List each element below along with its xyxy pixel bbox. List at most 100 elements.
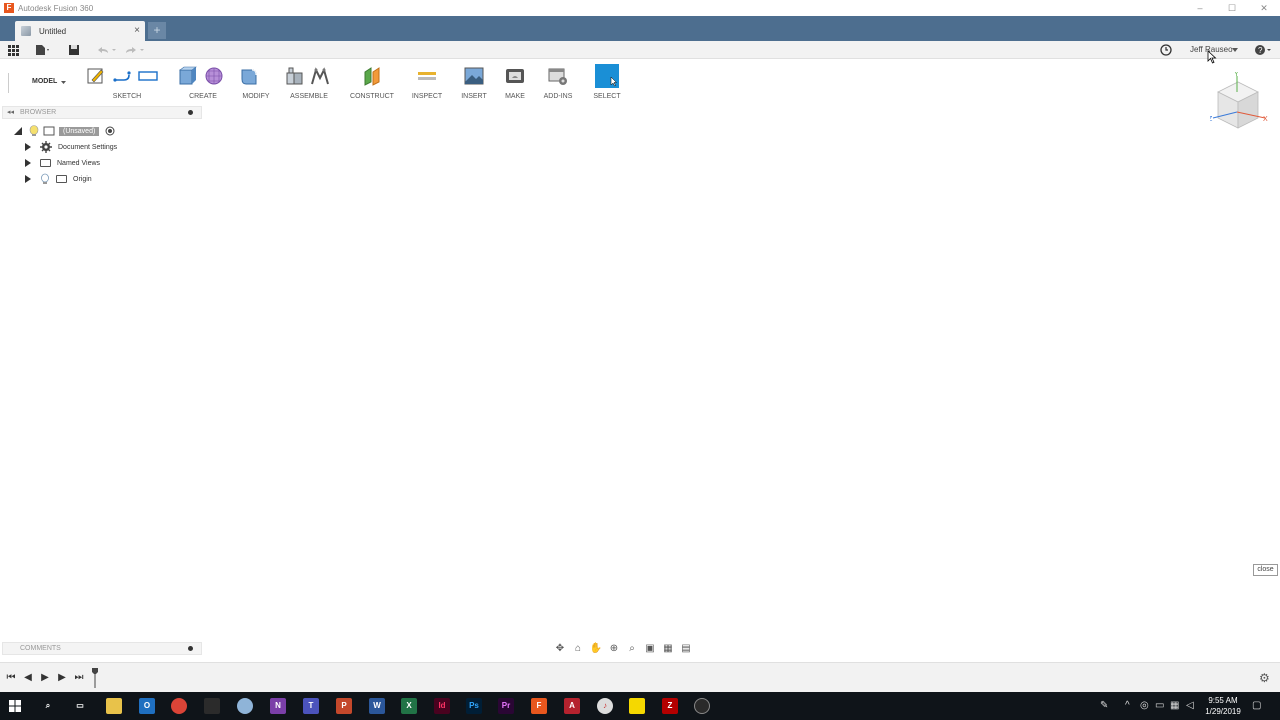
photoshop-icon[interactable]: Ps (466, 698, 482, 714)
new-component-icon[interactable] (284, 66, 304, 86)
collapse-panel-icon[interactable]: ◂◂ (7, 108, 14, 116)
collapsed-triangle-icon[interactable] (25, 143, 31, 151)
scripts-addins-icon[interactable] (548, 66, 568, 86)
help-button[interactable]: ? (1254, 43, 1274, 57)
fit-zoom-icon[interactable]: ⌕ (625, 643, 639, 655)
viewcube-icon[interactable]: Y X Z (1208, 71, 1270, 132)
create-sketch-icon[interactable] (86, 66, 106, 86)
display-settings-icon[interactable]: ▣ (643, 643, 657, 655)
pin-icon[interactable] (188, 110, 193, 115)
word-icon[interactable]: W (369, 698, 385, 714)
toolbar-group-assemble[interactable]: ASSEMBLE (284, 63, 334, 103)
network-icon[interactable]: ▦ (1170, 700, 1179, 711)
comments-panel-header[interactable]: COMMENTS (2, 642, 202, 655)
viewcube[interactable]: Y X Z (1208, 71, 1270, 132)
chevron-up-icon[interactable]: ^ (1125, 700, 1130, 711)
filezilla-icon[interactable]: Z (662, 698, 678, 714)
undo-button[interactable] (95, 43, 117, 57)
rectangle-tool-icon[interactable] (138, 66, 158, 86)
step-forward-icon[interactable]: ▶ (56, 672, 68, 684)
browser-panel-header[interactable]: ◂◂ BROWSER (2, 106, 202, 119)
save-button[interactable] (68, 43, 80, 57)
fusion-360-icon[interactable]: F (531, 698, 547, 714)
premiere-icon[interactable]: Pr (498, 698, 514, 714)
workspace-switcher[interactable]: MODEL (32, 78, 57, 85)
taskbar-clock[interactable]: 9:55 AM 1/29/2019 (1200, 695, 1246, 717)
form-icon[interactable] (204, 66, 224, 86)
grid-settings-icon[interactable]: ▦ (661, 643, 675, 655)
task-view-icon[interactable]: ▭ (72, 698, 88, 714)
lightbulb-icon[interactable] (29, 125, 39, 137)
browser-item-document-settings[interactable]: Document Settings (25, 140, 117, 154)
viewports-icon[interactable]: ▤ (679, 643, 693, 655)
go-to-start-icon[interactable]: ⏮ (5, 672, 17, 684)
new-tab-button[interactable]: + (148, 22, 166, 39)
toolbar-group-create[interactable]: CREATE (178, 63, 228, 103)
play-icon[interactable]: ▶ (39, 672, 51, 684)
insert-image-icon[interactable] (464, 66, 484, 86)
press-pull-icon[interactable] (238, 66, 258, 86)
notification-center-icon[interactable]: ▢ (1252, 700, 1261, 711)
collapsed-triangle-icon[interactable] (25, 159, 31, 167)
lightbulb-off-icon[interactable] (40, 173, 50, 185)
pin-icon[interactable] (188, 646, 193, 651)
search-icon[interactable]: ⌕ (40, 698, 56, 714)
autocad-icon[interactable]: A (564, 698, 580, 714)
indesign-icon[interactable]: Id (434, 698, 450, 714)
timeline-settings-gear-icon[interactable]: ⚙ (1259, 671, 1270, 685)
go-to-end-icon[interactable]: ⏭ (73, 672, 85, 684)
powerpoint-icon[interactable]: P (336, 698, 352, 714)
toolbar-group-sketch[interactable]: SKETCH (86, 63, 168, 103)
volume-icon[interactable]: ◁ (1186, 700, 1194, 711)
colorful-app-icon[interactable] (204, 698, 220, 714)
select-tool-icon[interactable] (595, 64, 619, 88)
toolbar-group-modify[interactable]: MODIFY (238, 63, 274, 103)
maximize-button[interactable]: ☐ (1216, 0, 1248, 16)
toolbar-group-select[interactable]: SELECT (588, 63, 626, 103)
line-tool-icon[interactable] (112, 66, 132, 86)
file-menu-button[interactable] (34, 43, 50, 57)
job-status-button[interactable] (1160, 43, 1172, 57)
outlook-icon[interactable]: O (139, 698, 155, 714)
data-panel-button[interactable] (8, 43, 19, 57)
orbit-icon[interactable]: ✥ (553, 643, 567, 655)
close-window-button[interactable]: ✕ (1248, 0, 1280, 16)
extrude-icon[interactable] (178, 66, 198, 86)
file-explorer-icon[interactable] (106, 698, 122, 714)
cloud-app-icon[interactable] (237, 698, 253, 714)
browser-item-origin[interactable]: Origin (25, 172, 92, 186)
look-at-icon[interactable]: ⌂ (571, 643, 585, 655)
tray-app-icon[interactable]: ◎ (1140, 700, 1149, 711)
onenote-icon[interactable]: N (270, 698, 286, 714)
3d-print-icon[interactable] (505, 66, 525, 86)
toolbar-group-add-ins[interactable]: ADD-INS (538, 63, 578, 103)
windows-start-icon[interactable] (9, 700, 21, 712)
step-back-icon[interactable]: ◀ (22, 672, 34, 684)
battery-icon[interactable]: ▭ (1155, 700, 1164, 711)
toolbar-group-construct[interactable]: CONSTRUCT (344, 63, 400, 103)
expanded-triangle-icon[interactable] (13, 126, 23, 136)
pan-hand-icon[interactable]: ✋ (589, 643, 603, 655)
measure-icon[interactable] (417, 66, 437, 86)
sticky-notes-icon[interactable] (629, 698, 645, 714)
collapsed-triangle-icon[interactable] (25, 175, 31, 183)
zoom-icon[interactable]: ⊕ (607, 643, 621, 655)
toolbar-group-inspect[interactable]: INSPECT (406, 63, 448, 103)
tab-close-icon[interactable]: × (134, 25, 140, 36)
chrome-icon[interactable] (171, 698, 187, 714)
joint-icon[interactable] (310, 66, 330, 86)
excel-icon[interactable]: X (401, 698, 417, 714)
toolbar-group-insert[interactable]: INSERT (454, 63, 494, 103)
activate-radio-icon[interactable] (105, 126, 115, 136)
pen-icon[interactable]: ✎ (1100, 700, 1108, 711)
timeline-marker-icon[interactable] (92, 668, 98, 688)
tab-untitled[interactable]: Untitled × (15, 21, 145, 41)
offset-plane-icon[interactable] (362, 66, 382, 86)
browser-item-named-views[interactable]: Named Views (25, 156, 100, 170)
redo-button[interactable] (123, 43, 147, 57)
obs-icon[interactable] (694, 698, 710, 714)
browser-root-node[interactable]: (Unsaved) (13, 124, 115, 138)
minimize-button[interactable]: – (1184, 0, 1216, 16)
itunes-icon[interactable]: ♪ (597, 698, 613, 714)
toolbar-group-make[interactable]: MAKE (498, 63, 532, 103)
